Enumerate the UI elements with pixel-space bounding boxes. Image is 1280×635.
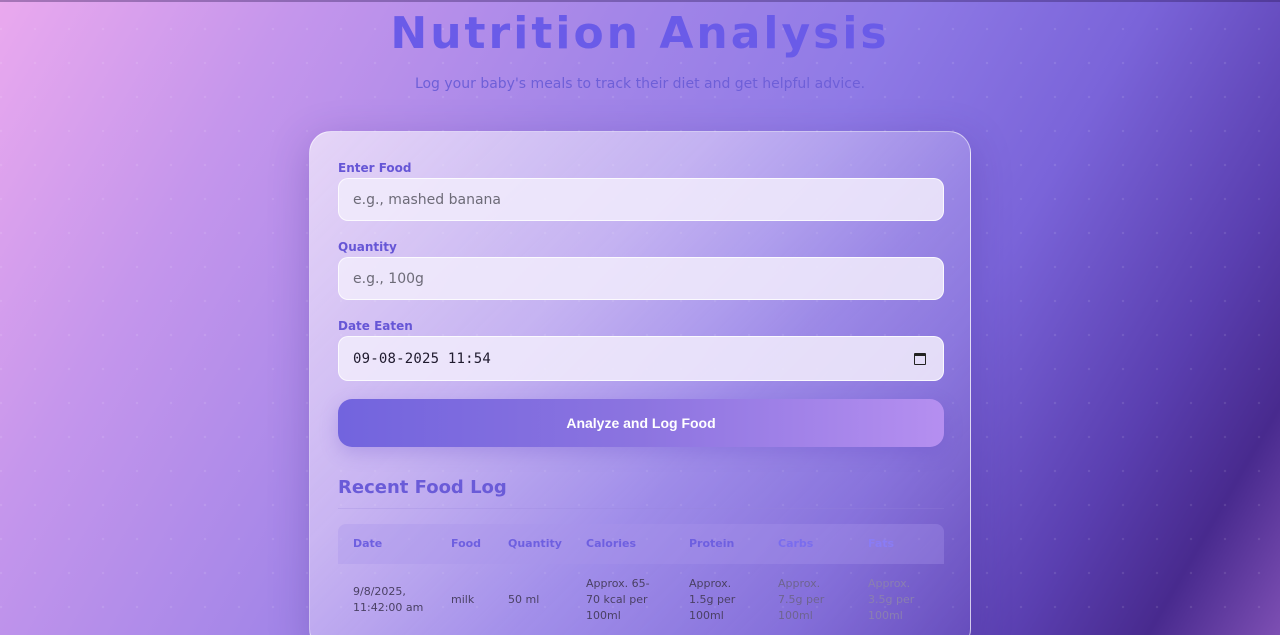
date-label: Date Eaten — [338, 319, 413, 333]
date-value: 09-08-2025 11:54 — [353, 350, 492, 367]
quantity-input[interactable]: e.g., 100g — [338, 257, 944, 300]
cell-date: 9/8/2025, 11:42:00 am — [353, 585, 424, 614]
col-date: Date — [353, 537, 383, 550]
section-divider — [338, 508, 944, 509]
col-calories: Calories — [586, 537, 637, 550]
calendar-icon[interactable] — [914, 353, 926, 365]
cell-protein: Approx. 1.5g per 100ml — [689, 577, 736, 622]
window-edge — [0, 0, 1280, 2]
food-log-table: Date Food Quantity Calories Protein Carb… — [338, 524, 944, 635]
nutrition-form-card: Enter Food e.g., mashed banana Quantity … — [309, 131, 971, 635]
cell-quantity: 50 ml — [508, 593, 540, 606]
cell-calories: Approx. 65-70 kcal per 100ml — [586, 577, 650, 622]
col-fats: Fats — [868, 537, 895, 550]
col-food: Food — [451, 537, 482, 550]
cell-fats: Approx. 3.5g per 100ml — [868, 577, 915, 622]
quantity-label: Quantity — [338, 240, 397, 254]
cell-carbs: Approx. 7.5g per 100ml — [778, 577, 825, 622]
table-header: Date Food Quantity Calories Protein Carb… — [338, 524, 944, 564]
cell-food: milk — [451, 593, 475, 606]
food-input[interactable]: e.g., mashed banana — [338, 178, 944, 221]
col-protein: Protein — [689, 537, 735, 550]
table-row: 9/8/2025, 11:42:00 am milk 50 ml Approx.… — [338, 564, 944, 635]
col-quantity: Quantity — [508, 537, 562, 550]
date-input[interactable]: 09-08-2025 11:54 — [338, 336, 944, 381]
page-title: Nutrition Analysis — [390, 8, 890, 59]
analyze-log-button[interactable]: Analyze and Log Food — [338, 399, 944, 447]
page-subtitle: Log your baby's meals to track their die… — [414, 76, 866, 92]
food-label: Enter Food — [338, 161, 412, 175]
col-carbs: Carbs — [778, 537, 814, 550]
recent-log-title: Recent Food Log — [338, 477, 507, 498]
